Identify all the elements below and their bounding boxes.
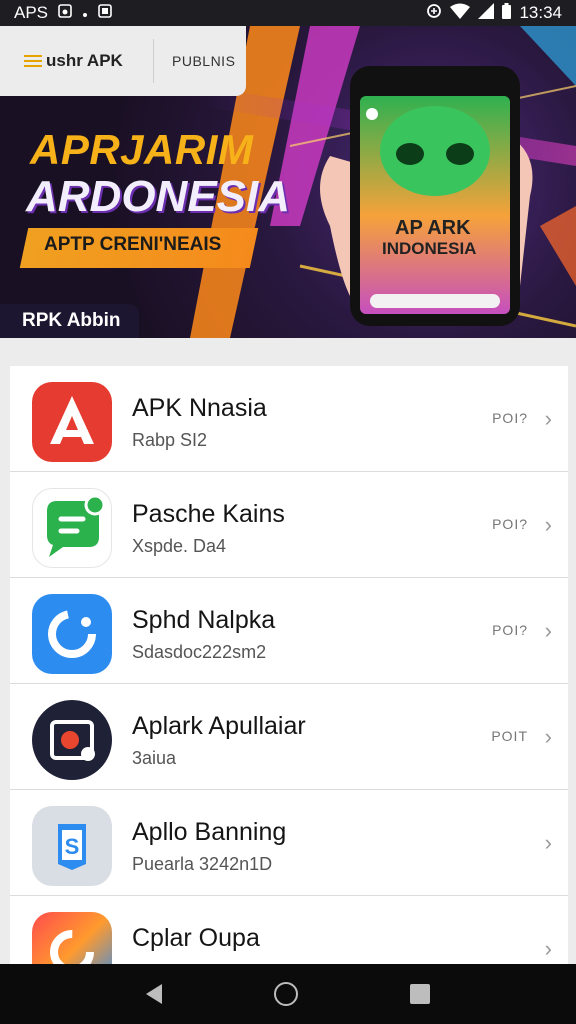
phone-screen-text-1: AP ARK	[395, 217, 471, 239]
list-item[interactable]: Aplark Apullaiar 3aiua POIT ›	[10, 684, 568, 790]
chevron-right-icon: ›	[544, 512, 552, 537]
banner-corner-label: RPK Abbin	[0, 304, 139, 338]
dot-icon	[82, 3, 88, 23]
battery-icon	[502, 2, 512, 24]
chevron-right-icon: ›	[544, 618, 552, 643]
app-name: Apllo Banning	[132, 818, 287, 846]
tab-publish[interactable]: PUBLNIS	[154, 53, 235, 69]
clock: 13:34	[519, 3, 562, 22]
home-icon[interactable]	[274, 982, 298, 1006]
blue-c-icon	[32, 594, 112, 674]
app-name: Pasche Kains	[132, 500, 285, 528]
hamburger-icon	[24, 55, 42, 67]
svg-text:S: S	[65, 834, 80, 859]
system-navigation-bar	[0, 964, 576, 1024]
status-bar: APS 13:34	[0, 0, 576, 26]
chevron-right-icon: ›	[544, 724, 552, 749]
list-item[interactable]: APK Nnasia Rabp SI2 POI? ›	[10, 366, 568, 472]
app-meta: POI?	[492, 410, 528, 426]
s-shield-icon: S	[32, 806, 112, 886]
wifi-icon	[450, 3, 471, 24]
status-bar-label: APS	[14, 3, 49, 22]
recent-apps-icon[interactable]	[410, 984, 430, 1004]
app-subtitle: Xspde. Da4	[132, 536, 227, 556]
list-item[interactable]: S Apllo Banning Puearla 3242n1D ›	[10, 790, 568, 896]
app-name: Cplar Oupa	[132, 924, 260, 952]
list-item[interactable]: Pasche Kains Xspde. Da4 POI? ›	[10, 472, 568, 578]
app-name: Aplark Apullaiar	[132, 712, 306, 740]
list-item[interactable]: Sphd Nalpka Sdasdoc222sm2 POI? ›	[10, 578, 568, 684]
app-notification-icon	[98, 3, 112, 23]
app-meta: POI?	[492, 622, 528, 638]
brand-name: ushr APK	[46, 51, 123, 70]
photo-notification-icon	[58, 3, 72, 23]
app-name: APK Nnasia	[132, 394, 267, 422]
back-icon[interactable]	[146, 984, 162, 1004]
top-navigation: ushr APK PUBLNIS	[0, 26, 246, 96]
banner-headline-2: ARDONESIA	[26, 172, 291, 221]
app-meta: POI?	[492, 516, 528, 532]
app-list: APK Nnasia Rabp SI2 POI? › Pasche Kains …	[10, 366, 568, 966]
banner-headline-1: APRJARIM	[30, 126, 254, 173]
phone-screen-text-2: INDONESIA	[382, 239, 476, 258]
app-meta: POIT	[491, 728, 528, 744]
chevron-right-icon: ›	[544, 406, 552, 431]
menu-button[interactable]: ushr APK	[0, 39, 154, 83]
app-subtitle: Sdasdoc222sm2	[132, 642, 267, 662]
promo-banner[interactable]: AP ARK INDONESIA ushr APK PUBLNIS APRJAR…	[0, 26, 576, 338]
app-subtitle: Rabp SI2	[132, 430, 208, 450]
red-a-icon	[32, 382, 112, 462]
data-saver-icon	[426, 3, 442, 24]
banner-ribbon-text: APTP CRENI'NEAIS	[44, 234, 222, 255]
app-subtitle: Puearla 3242n1D	[132, 854, 273, 874]
colorful-c-icon	[32, 912, 112, 966]
record-icon	[32, 700, 112, 780]
chevron-right-icon: ›	[544, 936, 552, 961]
chevron-right-icon: ›	[544, 830, 552, 855]
green-chat-icon	[32, 488, 112, 568]
app-name: Sphd Nalpka	[132, 606, 276, 634]
app-subtitle: 3aiua	[132, 748, 177, 768]
list-item[interactable]: Cplar Oupa ›	[10, 896, 568, 966]
signal-icon	[478, 2, 495, 24]
